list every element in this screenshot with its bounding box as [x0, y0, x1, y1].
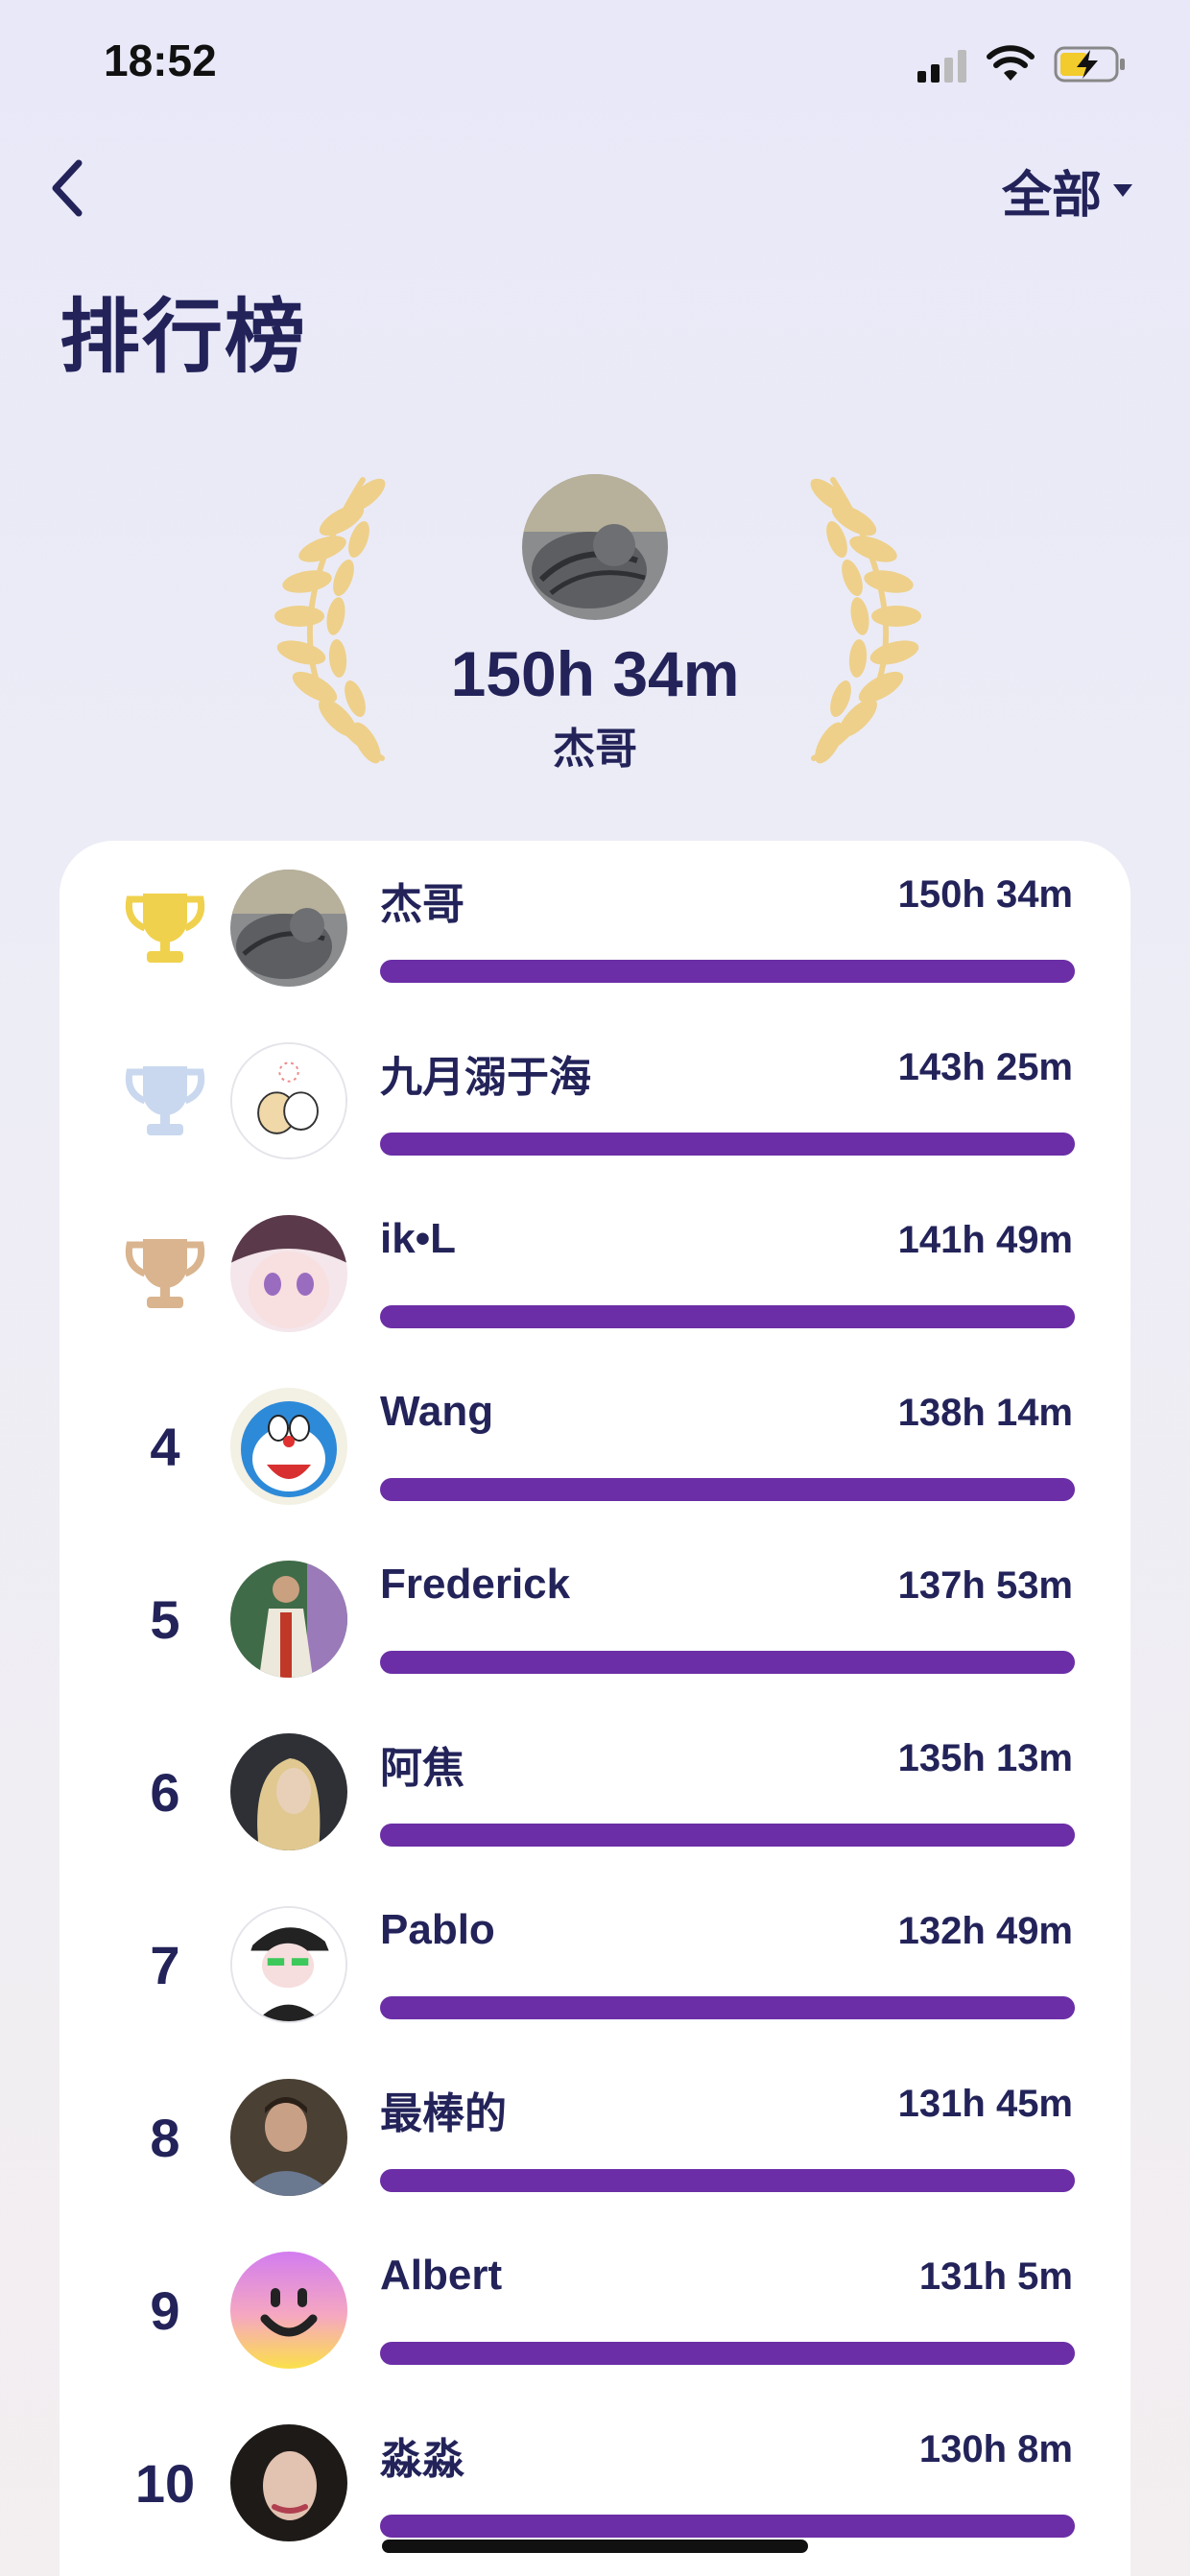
rank-badge: 7 — [117, 1912, 213, 2017]
leaderboard-row[interactable]: 4 Wang 138h 14m — [60, 1359, 1130, 1532]
user-time: 150h 34m — [897, 873, 1073, 916]
user-time: 131h 5m — [918, 2255, 1073, 2298]
leaderboard-row[interactable]: 9 Albert 131h 5m — [60, 2223, 1130, 2396]
rank-badge: 6 — [117, 1739, 213, 1845]
rank-badge: 9 — [117, 2257, 213, 2363]
user-name: ik•L — [380, 1215, 456, 1262]
filter-dropdown[interactable]: 全部 — [1002, 155, 1132, 225]
leaderboard-row[interactable]: 6 阿焦 135h 13m — [60, 1705, 1130, 1877]
progress-fill — [380, 1996, 1075, 2019]
blonde-person-avatar — [230, 1733, 347, 1850]
user-name: 最棒的 — [380, 2090, 507, 2137]
progress-bar — [380, 1133, 1075, 1156]
progress-fill — [380, 2342, 1075, 2365]
silver-trophy-icon — [125, 1066, 205, 1135]
rank-number: 10 — [134, 2452, 196, 2514]
leaderboard-row[interactable]: 杰哥 150h 34m — [60, 841, 1130, 1014]
doraemon-avatar — [230, 1388, 347, 1505]
leader-avatar[interactable] — [522, 474, 668, 620]
rank-number: 8 — [150, 2107, 180, 2168]
progress-fill — [380, 1651, 1075, 1674]
chevron-down-icon — [1113, 183, 1132, 197]
status-bar: 18:52 — [0, 0, 1190, 125]
user-name: 九月溺于海 — [380, 1054, 591, 1101]
status-time: 18:52 — [104, 36, 217, 85]
cat-avatar — [230, 870, 347, 987]
progress-bar — [380, 1651, 1075, 1674]
rank-badge: 5 — [117, 1566, 213, 1672]
leaderboard-row[interactable]: 5 Frederick 137h 53m — [60, 1532, 1130, 1705]
user-name: Wang — [380, 1388, 494, 1435]
leader-name: 杰哥 — [553, 726, 637, 773]
progress-bar — [380, 960, 1075, 983]
progress-fill — [380, 1478, 1075, 1501]
rank-number: 7 — [150, 1934, 180, 1995]
progress-bar — [380, 1305, 1075, 1328]
user-name: Albert — [380, 2252, 503, 2299]
progress-bar — [380, 1478, 1075, 1501]
person-avatar — [230, 1561, 347, 1678]
user-time: 130h 8m — [918, 2428, 1073, 2470]
user-name: Frederick — [380, 1561, 571, 1608]
progress-bar — [380, 2342, 1075, 2365]
progress-fill — [380, 1133, 1075, 1156]
rank-badge — [117, 1048, 213, 1154]
rank-badge: 10 — [117, 2430, 213, 2536]
page-title: 排行榜 — [60, 292, 308, 382]
progress-fill — [380, 960, 1075, 983]
leaderboard-row[interactable]: ik•L 141h 49m — [60, 1186, 1130, 1359]
rank-number: 4 — [150, 1416, 180, 1477]
progress-bar — [380, 2169, 1075, 2192]
leader-time: 150h 34m — [450, 638, 740, 709]
user-time: 137h 53m — [897, 1564, 1073, 1607]
anime-girl-avatar — [230, 1215, 347, 1332]
user-time: 135h 13m — [897, 1737, 1073, 1779]
gold-trophy-icon — [125, 894, 205, 963]
user-name: 阿焦 — [380, 1745, 464, 1792]
user-name: 杰哥 — [380, 881, 464, 928]
rank-number: 9 — [150, 2279, 180, 2341]
progress-fill — [380, 1824, 1075, 1847]
rank-number: 6 — [150, 1761, 180, 1823]
leaderboard-row[interactable]: 7 Pablo 132h 49m — [60, 1877, 1130, 2050]
leaderboard-list: 杰哥 150h 34m 九月溺于海 143h 25m ik•L 141h 49m… — [60, 841, 1130, 2576]
progress-fill — [380, 1305, 1075, 1328]
progress-bar — [380, 1824, 1075, 1847]
rank-badge: 8 — [117, 2085, 213, 2190]
smiley-avatar — [230, 2252, 347, 2369]
cellular-signal-icon — [917, 50, 966, 83]
rank-number: 5 — [150, 1588, 180, 1650]
leaderboard-row[interactable]: 8 最棒的 131h 45m — [60, 2050, 1130, 2223]
back-button[interactable] — [42, 154, 96, 223]
progress-bar — [380, 1996, 1075, 2019]
battery-charging-icon — [1054, 46, 1125, 83]
user-time: 131h 45m — [897, 2083, 1073, 2125]
bronze-trophy-icon — [125, 1239, 205, 1308]
selfie-avatar — [230, 2079, 347, 2196]
user-time: 143h 25m — [897, 1046, 1073, 1088]
progress-fill — [380, 2169, 1075, 2192]
leaderboard-row[interactable]: 九月溺于海 143h 25m — [60, 1014, 1130, 1186]
user-name: 淼淼 — [380, 2436, 464, 2483]
wifi-icon — [987, 45, 1035, 81]
filter-label: 全部 — [1001, 167, 1102, 224]
leader-hero: 150h 34m 杰哥 — [0, 461, 1190, 787]
user-name: Pablo — [380, 1906, 495, 1953]
user-time: 132h 49m — [897, 1910, 1073, 1952]
home-indicator[interactable] — [382, 2540, 808, 2553]
dogs-avatar — [230, 1042, 347, 1159]
cartoon-boy-avatar — [230, 1906, 347, 2023]
progress-bar — [380, 2515, 1075, 2538]
woman-avatar — [230, 2424, 347, 2541]
rank-badge — [117, 1221, 213, 1326]
user-time: 141h 49m — [897, 1219, 1073, 1261]
rank-badge — [117, 875, 213, 981]
progress-fill — [380, 2515, 1075, 2538]
user-time: 138h 14m — [897, 1392, 1073, 1434]
rank-badge: 4 — [117, 1394, 213, 1499]
